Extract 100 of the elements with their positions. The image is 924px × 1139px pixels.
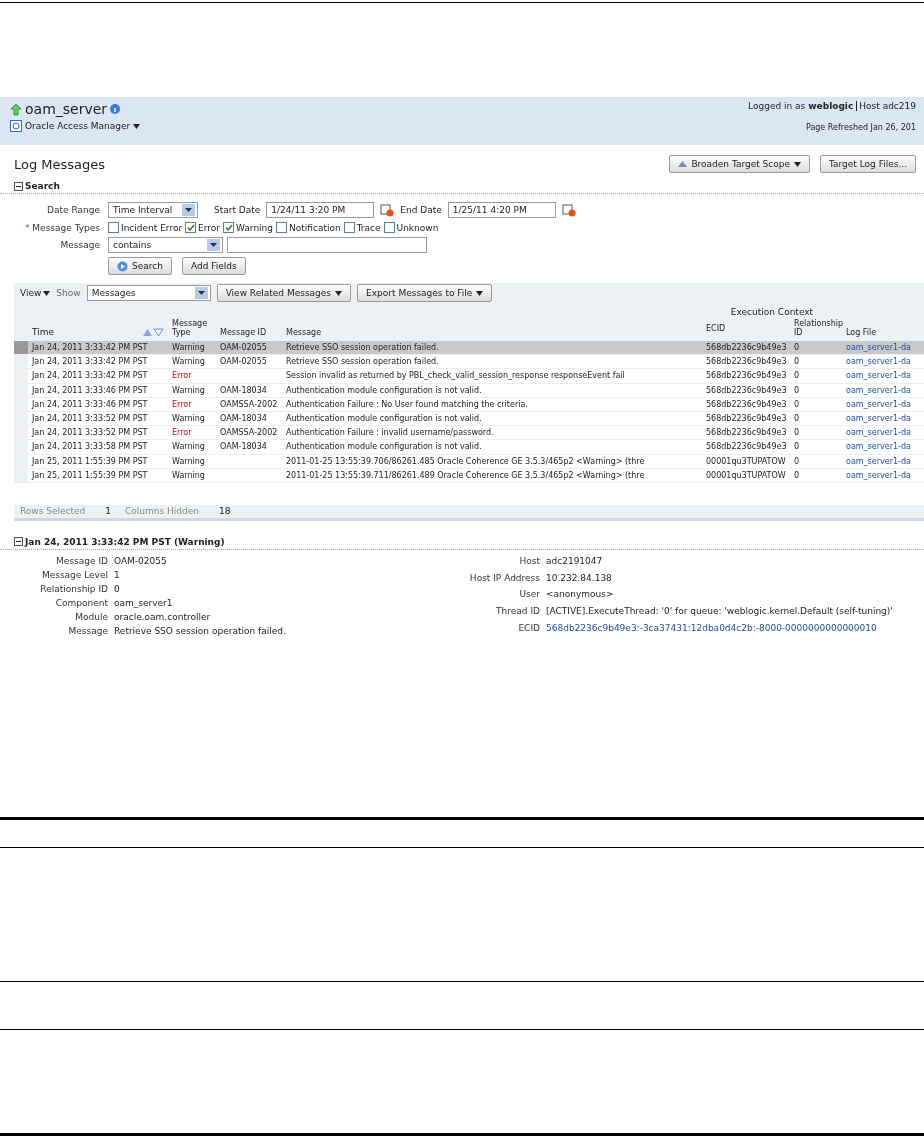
- log-file-link[interactable]: oam_server1-da: [842, 414, 924, 424]
- checkbox[interactable]: [108, 222, 119, 233]
- table-cell-text: Warning: [171, 456, 206, 466]
- message-field[interactable]: [227, 237, 427, 253]
- table-cell-text: 2011-01-25 13:55:39.711/86261.489 Oracle Coherence GE 3.5.3/465p2 <Warning> (thre: [285, 470, 646, 480]
- operator-select[interactable]: contains: [108, 237, 223, 253]
- table-cell-text: Jan 24, 2011 3:33:52 PM PST: [30, 414, 149, 424]
- caret-icon: [335, 290, 343, 296]
- table-cell-text: Jan 24, 2011 3:33:42 PM PST: [30, 371, 149, 381]
- table-row[interactable]: Jan 24, 2011 3:33:52 PM PST Error OAMSSA-2002 Authentication Failure : invalid username/password. 568db2236c9b49e3 0 oam_server1-da: [14, 426, 924, 441]
- log-file-link[interactable]: oam_server1-da: [842, 456, 924, 466]
- status-label: Rows Selected: [20, 506, 86, 517]
- table-cell-text: Error: [171, 371, 193, 381]
- checkbox[interactable]: [343, 222, 355, 233]
- table-cell-text: 0: [793, 442, 801, 452]
- sort-icon[interactable]: [142, 328, 164, 336]
- table-cell-text: 0: [793, 385, 801, 395]
- section-title: Jan 24, 2011 3:33:42 PM PST (Warning): [25, 536, 225, 547]
- add-fields-button[interactable]: Add Fields: [181, 257, 246, 275]
- checkbox[interactable]: [223, 222, 235, 233]
- broaden-scope-button[interactable]: Broaden Target Scope: [669, 155, 810, 173]
- table-cell-text: OAM-02055: [219, 343, 268, 353]
- field-label: ECID: [517, 623, 540, 636]
- start-date-field[interactable]: 1/24/11 3:20 PM: [266, 202, 375, 218]
- field-label: Thread ID: [495, 606, 540, 619]
- up-arrow-icon: [10, 102, 22, 116]
- target-icon: [10, 120, 22, 132]
- log-file-link[interactable]: oam_server1-da: [842, 399, 924, 409]
- log-file-link[interactable]: oam_server1-da: [842, 385, 924, 395]
- field-value: Retrieve SSO session operation failed.: [114, 625, 287, 636]
- info-icon[interactable]: [110, 104, 121, 114]
- checkbox[interactable]: [276, 222, 288, 233]
- collapse-icon[interactable]: [14, 181, 23, 191]
- status-value: 18: [218, 506, 231, 517]
- log-file-link[interactable]: oam_server1-da: [842, 371, 924, 381]
- related-messages-button[interactable]: View Related Messages: [216, 284, 352, 302]
- field-link[interactable]: 568db2236c9b49e3:-3ca37431:12dba0d4c2b:-8000-0000000000000010: [546, 623, 920, 636]
- show-label: Show: [56, 288, 81, 298]
- table-cell-text: Authentication Failure : invalid username/password.: [285, 428, 495, 438]
- log-files-button[interactable]: Target Log Files...: [820, 155, 916, 173]
- table-cell-text: 0: [793, 357, 801, 367]
- field-label: Date Range: [46, 205, 100, 215]
- table-cell-text: 568db2236c9b49e3: [705, 399, 788, 409]
- log-file-link[interactable]: oam_server1-da: [842, 470, 924, 480]
- column-header[interactable]: Time: [32, 327, 55, 337]
- field-label: Message ID: [55, 555, 108, 566]
- search-button[interactable]: Search: [108, 257, 172, 275]
- export-button[interactable]: Export Messages to File: [357, 284, 493, 302]
- column-group-header: Execution Context: [730, 307, 814, 317]
- table-cell-text: Warning: [171, 357, 206, 367]
- field-label: End Date: [400, 205, 442, 215]
- view-menu[interactable]: View: [20, 288, 42, 298]
- checkbox-label: Notification: [289, 222, 341, 233]
- field-label: Component: [54, 597, 108, 608]
- checkbox[interactable]: [185, 222, 197, 233]
- table-cell-text: OAMSSA-2002: [219, 399, 279, 409]
- target-type-menu[interactable]: Oracle Access Manager: [25, 121, 131, 131]
- table-cell-text: OAMSSA-2002: [219, 428, 279, 438]
- show-select[interactable]: Messages: [86, 285, 211, 301]
- collapse-icon[interactable]: [14, 537, 23, 547]
- triangle-icon: [678, 161, 688, 167]
- table-cell-text: Jan 24, 2011 3:33:46 PM PST: [30, 385, 149, 395]
- table-row[interactable]: Jan 24, 2011 3:33:42 PM PST Warning OAM-02055 Retrieve SSO session operation failed. 568db2236c9b49e3 0 oam_server1-da: [14, 355, 924, 370]
- table-cell-text: Warning: [171, 343, 206, 353]
- log-file-link[interactable]: oam_server1-da: [842, 343, 924, 353]
- dropdown-icon: [182, 204, 195, 216]
- table-cell-text: Jan 24, 2011 3:33:42 PM PST: [30, 343, 149, 353]
- table-cell-text: 0: [793, 414, 801, 424]
- table-row[interactable]: Jan 24, 2011 3:33:58 PM PST Warning OAM-18034 Authentication module configuration is not valid. 568db2236c9b49e3 0 oam_server1-da: [14, 440, 924, 455]
- column-header: Message ID: [219, 328, 268, 337]
- table-cell-text: Jan 24, 2011 3:33:46 PM PST: [30, 399, 149, 409]
- log-file-link[interactable]: oam_server1-da: [842, 357, 924, 367]
- date-range-select[interactable]: Time Interval: [108, 202, 198, 218]
- table-cell-text: OAM-18034: [219, 442, 268, 452]
- calendar-icon[interactable]: [561, 203, 576, 217]
- table-cell-text: 2011-01-25 13:55:39.706/86261.485 Oracle Coherence GE 3.5.3/465p2 <Warning> (thre: [285, 456, 646, 466]
- field-value: <anonymous>: [546, 589, 615, 602]
- end-date-field[interactable]: 1/25/11 4:20 PM: [447, 202, 556, 218]
- field-value: [ACTIVE].ExecuteThread: '0' for queue: 'weblogic.kernel.Default (self-tuning)': [546, 606, 894, 619]
- table-cell-text: 00001qu3TUPATOW: [705, 456, 787, 466]
- caret-icon: [476, 290, 484, 296]
- field-label: Module: [74, 611, 108, 622]
- log-file-link[interactable]: oam_server1-da: [842, 428, 924, 438]
- table-cell-text: Jan 25, 2011 1:55:39 PM PST: [30, 470, 149, 480]
- table-row[interactable]: Jan 24, 2011 3:33:42 PM PST Warning OAM-02055 Retrieve SSO session operation failed. 568db2236c9b49e3 0 oam_server1-da: [14, 341, 924, 356]
- field-value: adc2191047: [546, 555, 604, 568]
- table-row[interactable]: Jan 24, 2011 3:33:42 PM PST Error Session invalid as returned by PBL_check_valid_session_response responseEvent fail 568db2236c9b49e3 0 oam_server1-da: [14, 369, 924, 384]
- row-selector[interactable]: [14, 341, 28, 355]
- target-name: oam_server: [25, 101, 108, 117]
- table-cell-text: OAM-18034: [219, 385, 268, 395]
- table-cell-text: Authentication module configuration is not valid.: [285, 385, 483, 395]
- table-cell-text: 0: [793, 470, 801, 480]
- table-cell-text: Retrieve SSO session operation failed.: [285, 343, 440, 353]
- table-cell-text: Warning: [171, 385, 206, 395]
- log-file-link[interactable]: oam_server1-da: [842, 442, 924, 452]
- checkbox[interactable]: [383, 222, 395, 233]
- table-cell-text: Error: [171, 399, 193, 409]
- table-cell-text: OAM-18034: [219, 414, 268, 424]
- status-label: Columns Hidden: [125, 506, 199, 517]
- calendar-icon[interactable]: [380, 203, 395, 217]
